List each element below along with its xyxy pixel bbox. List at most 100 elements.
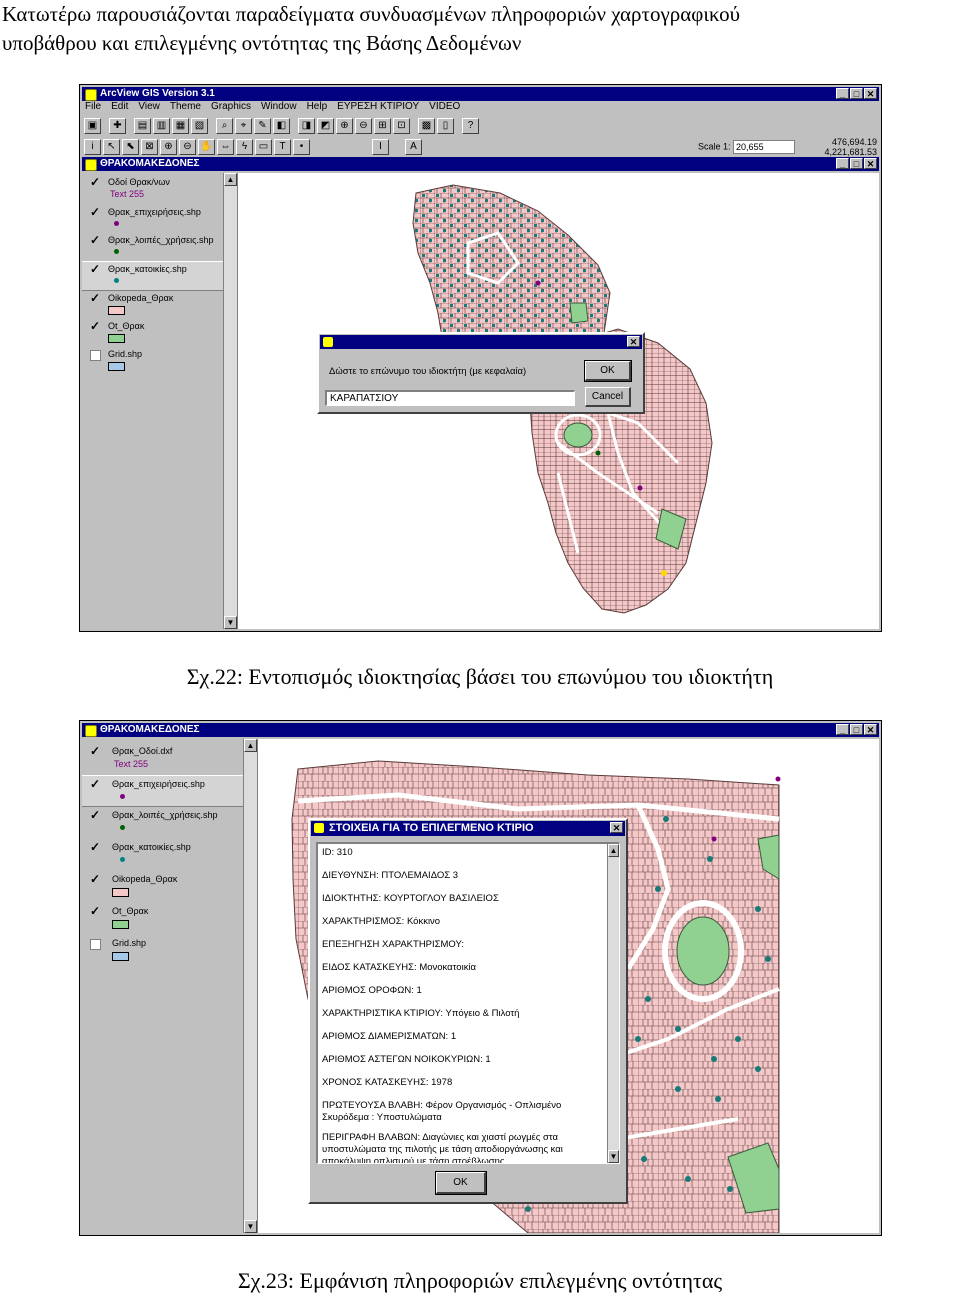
scale-input[interactable]: 20,655	[733, 140, 796, 154]
zoom-in-icon[interactable]: ⊕	[160, 139, 177, 155]
area-of-interest-icon[interactable]: ▭	[255, 139, 272, 155]
zoom-active-icon[interactable]: ◨	[298, 118, 315, 134]
view-maximize-button[interactable]: □	[850, 724, 863, 735]
legend-item-residences[interactable]: ✓ Θρακ_κατοικίες.shp	[82, 839, 243, 869]
legend-scrollbar[interactable]: ▲ ▼	[223, 173, 237, 629]
legend-label: Θρακ_κατοικίες.shp	[112, 842, 191, 852]
ok-button[interactable]: OK	[584, 360, 632, 382]
zoom-selected-icon[interactable]: ◩	[317, 118, 334, 134]
legend-item-blocks[interactable]: ✓ Ot_Θρακ	[82, 903, 243, 933]
close-button[interactable]: ✕	[864, 88, 877, 99]
menu-window[interactable]: Window	[260, 101, 298, 112]
edit-legend-icon[interactable]: ▥	[153, 118, 170, 134]
clear-selection-icon[interactable]: ⊡	[393, 118, 410, 134]
checkbox-icon[interactable]: ✓	[90, 206, 101, 218]
checkbox-icon[interactable]: ✓	[90, 234, 101, 246]
checkbox-icon[interactable]: ✓	[90, 905, 101, 917]
checkbox-icon[interactable]: ✓	[90, 873, 101, 885]
legend-item-blocks[interactable]: ✓ Ot_Θρακ	[82, 319, 223, 347]
select-features-icon[interactable]: ⊞	[374, 118, 391, 134]
zoom-full-icon[interactable]: ◧	[273, 118, 290, 134]
menu-theme[interactable]: Theme	[169, 101, 202, 112]
legend-item-parcels[interactable]: ✓ Oikopeda_Θρακ	[82, 871, 243, 901]
legend-item-businesses[interactable]: ✓ Θρακ_επιχειρήσεις.shp	[82, 775, 243, 807]
checkbox-icon[interactable]: ✓	[90, 263, 101, 275]
view-maximize-button[interactable]: □	[850, 158, 863, 169]
checkbox-icon[interactable]: ✓	[90, 292, 101, 304]
legend-label: Θρακ_λοιπές_χρήσεις.shp	[108, 235, 214, 245]
measure-icon[interactable]: ⇔	[217, 139, 234, 155]
help-icon[interactable]: ?	[462, 118, 479, 134]
dialog-close-button[interactable]: ✕	[627, 336, 640, 347]
menu-video[interactable]: VIDEO	[428, 101, 461, 112]
owner-surname-input[interactable]: ΚΑΡΑΠΑΤΣΙΟΥ	[325, 390, 575, 406]
ok-button[interactable]: OK	[435, 1171, 487, 1195]
menu-help[interactable]: Help	[306, 101, 329, 112]
legend-item-grid[interactable]: Grid.shp	[82, 935, 243, 965]
text-tool-icon[interactable]: T	[274, 139, 291, 155]
checkbox-icon[interactable]: ✓	[90, 809, 101, 821]
view-close-button[interactable]: ✕	[864, 724, 877, 735]
menu-find-building[interactable]: ΕΥΡΕΣΗ ΚΤΙΡΙΟΥ	[336, 101, 420, 112]
legend-item-businesses[interactable]: ✓ Θρακ_επιχειρήσεις.shp	[82, 205, 223, 233]
view-close-button[interactable]: ✕	[864, 158, 877, 169]
locate-address-icon[interactable]: ⌖	[235, 118, 252, 134]
maximize-button[interactable]: □	[850, 88, 863, 99]
view-minimize-button[interactable]: _	[836, 158, 849, 169]
zoom-out-fixed-icon[interactable]: ⊖	[355, 118, 372, 134]
legend-item-roads[interactable]: ✓ Θρακ_Οδοί.dxf Text 255	[82, 743, 243, 773]
menu-view[interactable]: View	[137, 101, 161, 112]
theme-properties-icon[interactable]: ▤	[134, 118, 151, 134]
scroll-up-icon[interactable]: ▲	[224, 173, 237, 186]
pointer-icon[interactable]: ↖	[103, 139, 120, 155]
view-minimize-button[interactable]: _	[836, 724, 849, 735]
legend-symbol-dot	[114, 278, 119, 283]
hotlink-icon[interactable]: ϟ	[236, 139, 253, 155]
scroll-up-icon[interactable]: ▲	[608, 844, 619, 857]
checkbox-icon[interactable]: ✓	[90, 745, 101, 757]
checkbox-icon[interactable]	[90, 350, 101, 361]
add-theme-icon[interactable]: ✚	[109, 118, 126, 134]
save-project-icon[interactable]: ▣	[84, 118, 101, 134]
zoom-in-fixed-icon[interactable]: ⊕	[336, 118, 353, 134]
dialog-close-button[interactable]: ✕	[610, 822, 623, 833]
info-address: ΔΙΕΥΘΥΝΣΗ: ΠΤΟΛΕΜΑΙΔΟΣ 3	[322, 870, 459, 881]
checkbox-icon[interactable]: ✓	[90, 778, 101, 790]
pan-icon[interactable]: ✋	[198, 139, 215, 155]
find-icon[interactable]: ⌕	[216, 118, 233, 134]
zoom-out-icon[interactable]: ⊖	[179, 139, 196, 155]
checkbox-icon[interactable]	[90, 939, 101, 950]
legend-item-grid[interactable]: Grid.shp	[82, 347, 223, 375]
legend-item-other-uses[interactable]: ✓ Θρακ_λοιπές_χρήσεις.shp	[82, 233, 223, 261]
scroll-down-icon[interactable]: ▼	[244, 1220, 257, 1233]
menu-graphics[interactable]: Graphics	[210, 101, 252, 112]
info-scrollbar[interactable]: ▲ ▼	[607, 844, 619, 1163]
minimize-button[interactable]: _	[836, 88, 849, 99]
legend-scrollbar[interactable]: ▲ ▼	[243, 739, 257, 1233]
cancel-button[interactable]: Cancel	[585, 387, 631, 407]
pan-grid-icon[interactable]: ▩	[418, 118, 435, 134]
identify-icon[interactable]: i	[84, 139, 101, 155]
tool-i-button[interactable]: I	[372, 139, 389, 155]
checkbox-icon[interactable]: ✓	[90, 176, 101, 188]
legend-item-residences[interactable]: ✓ Θρακ_κατοικίες.shp	[82, 261, 223, 291]
scroll-down-icon[interactable]: ▼	[224, 616, 237, 629]
draw-point-icon[interactable]: •	[293, 139, 310, 155]
scroll-down-icon[interactable]: ▼	[608, 1150, 619, 1163]
select-feature-icon[interactable]: ⊠	[141, 139, 158, 155]
legend-item-roads[interactable]: ✓ Οδοί Θρακ/νων Text 255	[82, 175, 223, 203]
menu-file[interactable]: File	[84, 101, 102, 112]
legend-item-other-uses[interactable]: ✓ Θρακ_λοιπές_χρήσεις.shp	[82, 807, 243, 837]
menu-edit[interactable]: Edit	[110, 101, 129, 112]
dialog-title: ΣΤΟΙΧΕΙΑ ΓΙΑ ΤΟ ΕΠΙΛΕΓΜΕΝΟ ΚΤΙΡΙΟ	[329, 822, 534, 834]
query-builder-icon[interactable]: ✎	[254, 118, 271, 134]
tool-a-button[interactable]: A	[405, 139, 422, 155]
vertex-edit-icon[interactable]: ⬉	[122, 139, 139, 155]
layout-icon[interactable]: ▧	[191, 118, 208, 134]
checkbox-icon[interactable]: ✓	[90, 320, 101, 332]
scroll-up-icon[interactable]: ▲	[244, 739, 257, 752]
open-table-icon[interactable]: ▦	[172, 118, 189, 134]
legend-item-parcels[interactable]: ✓ Oikopeda_Θρακ	[82, 291, 223, 319]
chart-icon[interactable]: ▯	[437, 118, 454, 134]
checkbox-icon[interactable]: ✓	[90, 841, 101, 853]
